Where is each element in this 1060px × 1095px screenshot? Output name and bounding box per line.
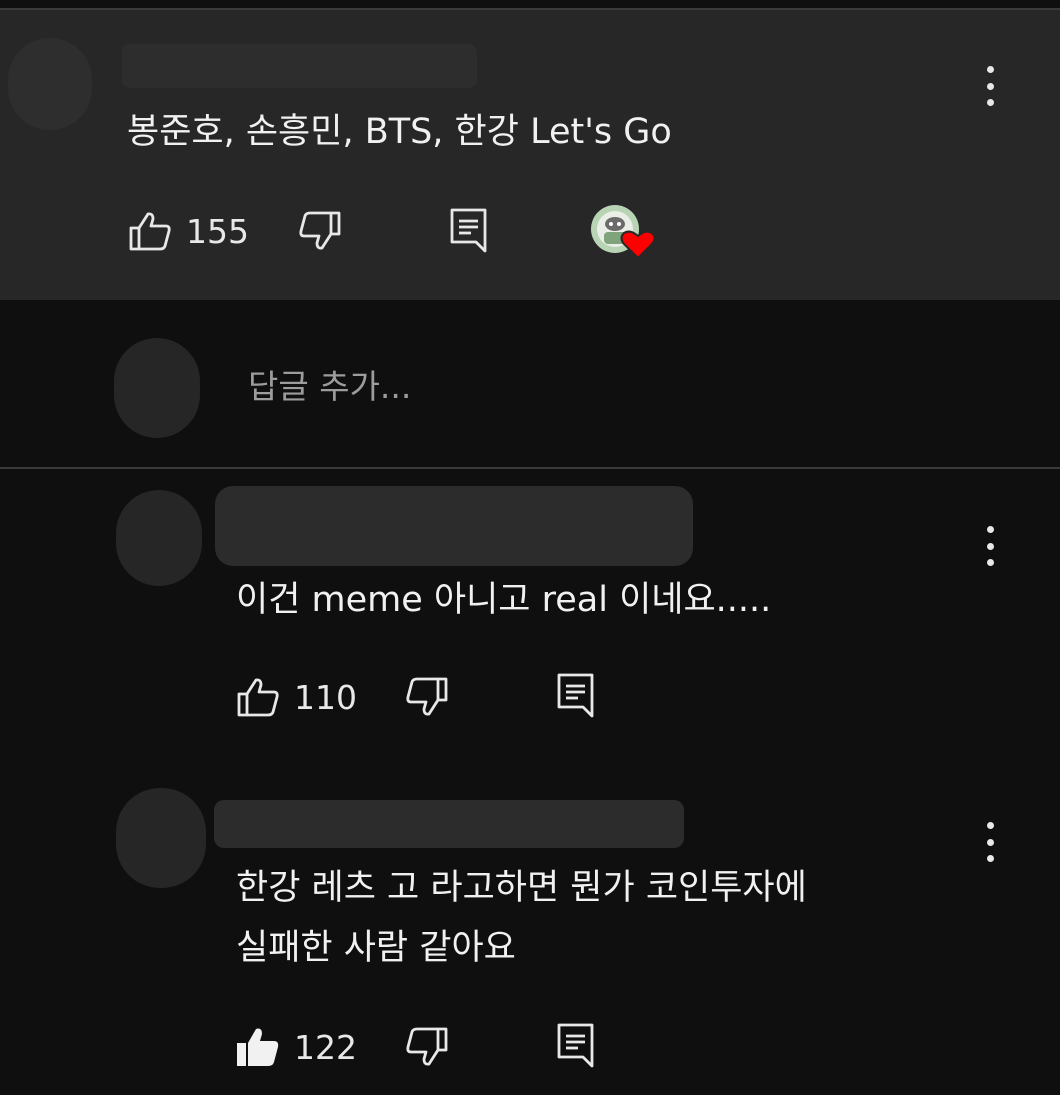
like-count: 122 (294, 1027, 357, 1067)
reply-text-line1: 한강 레츠 고 라고하면 뭔가 코인투자에 (236, 868, 807, 908)
reply-text: 이건 meme 아니고 real 이네요..... (236, 580, 772, 620)
more-vert-icon[interactable] (980, 66, 1000, 106)
section-divider (0, 467, 1060, 469)
thumbs-up-icon (237, 1028, 279, 1066)
author-name[interactable] (122, 44, 477, 88)
avatar[interactable] (116, 788, 206, 888)
reply-button[interactable] (449, 207, 489, 253)
reply-icon (557, 673, 594, 718)
dislike-button[interactable] (405, 676, 449, 718)
add-reply-input[interactable]: 답글 추가... (248, 360, 411, 408)
thumbs-up-icon (237, 678, 279, 717)
thumbs-down-icon (406, 1027, 448, 1066)
author-name[interactable] (215, 486, 693, 566)
avatar[interactable] (116, 490, 202, 586)
reply-icon (557, 1023, 594, 1068)
like-button[interactable]: 155 (128, 210, 249, 252)
reply-button[interactable] (556, 672, 596, 718)
author-name[interactable] (214, 800, 684, 848)
dislike-button[interactable] (298, 210, 342, 252)
my-avatar (114, 338, 200, 438)
creator-heart (590, 204, 656, 264)
like-count: 110 (294, 677, 357, 717)
heart-icon (591, 205, 656, 260)
reply-text-line2: 실패한 사람 같아요 (236, 928, 516, 968)
top-divider (0, 0, 1060, 10)
more-vert-icon[interactable] (980, 526, 1000, 566)
thumbs-down-icon (299, 211, 341, 250)
dislike-button[interactable] (405, 1026, 449, 1068)
like-button[interactable]: 110 (236, 676, 357, 718)
avatar[interactable] (8, 38, 92, 130)
like-button-active[interactable]: 122 (236, 1026, 357, 1068)
reply-icon (450, 208, 487, 253)
reply-button[interactable] (556, 1022, 596, 1068)
thumbs-up-icon (129, 212, 171, 251)
more-vert-icon[interactable] (980, 822, 1000, 862)
thumbs-down-icon (406, 677, 448, 716)
comment-text: 봉준호, 손흥민, BTS, 한강 Let's Go (127, 112, 672, 152)
like-count: 155 (186, 211, 249, 251)
